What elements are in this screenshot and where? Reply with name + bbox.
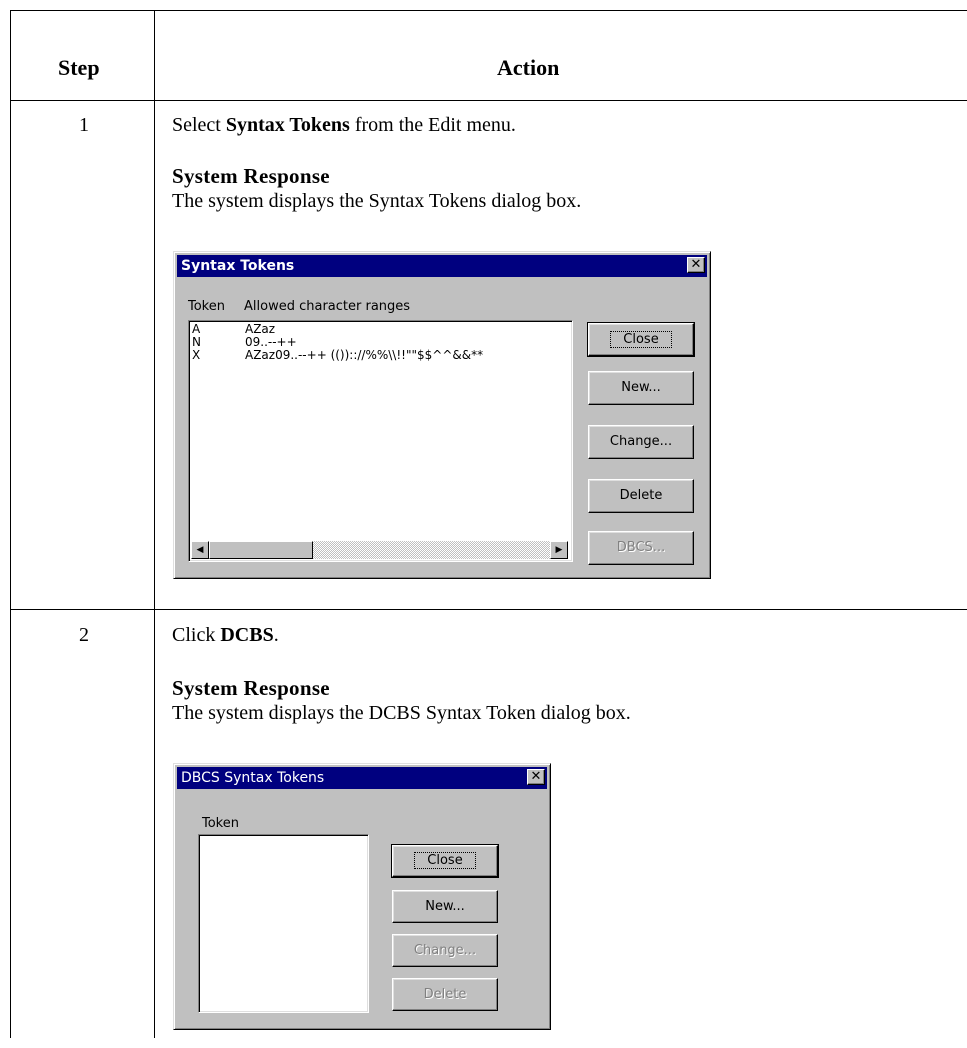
token-column-label: Token: [202, 816, 239, 831]
list-item-ranges: AZaz09..--++ (()):://%%\\!!""$$^^&&**: [245, 349, 483, 362]
dialog-title-bar: Syntax Tokens ✕: [177, 255, 707, 277]
close-button[interactable]: Close: [587, 322, 695, 357]
step-instruction: Click DCBS.: [172, 624, 279, 647]
instruction-emphasis: DCBS: [220, 624, 274, 646]
instruction-emphasis: Syntax Tokens: [225, 114, 350, 136]
dialog-title: Syntax Tokens: [181, 258, 295, 274]
step-number: 2: [79, 624, 89, 646]
step-instruction: Select Syntax Tokens from the Edit menu.: [172, 114, 516, 137]
token-list[interactable]: A AZaz N 09..--++ X AZaz09..--++ (())::/…: [188, 320, 573, 562]
response-title: System Response: [172, 676, 330, 700]
token-ranges: 09..--++: [245, 335, 297, 349]
new-button[interactable]: New...: [392, 890, 498, 923]
dialog-title-bar: DBCS Syntax Tokens ✕: [177, 767, 547, 789]
close-button-label: Close: [414, 852, 476, 869]
response-text: The system displays the DCBS Syntax Toke…: [172, 702, 631, 724]
token-ranges: AZaz09..--++ (()):://%%\\!!""$$^^&&**: [245, 348, 484, 362]
delete-button[interactable]: Delete: [392, 978, 498, 1011]
close-button-label: Close: [610, 331, 672, 348]
horizontal-scrollbar[interactable]: ◀ ▶: [191, 541, 568, 559]
delete-button[interactable]: Delete: [588, 479, 694, 513]
instruction-text: .: [273, 624, 279, 646]
dbcs-button[interactable]: DBCS...: [588, 531, 694, 565]
token-list[interactable]: [198, 834, 369, 1013]
ranges-column-label: Allowed character ranges: [244, 299, 411, 314]
token-name: X: [192, 348, 201, 362]
syntax-tokens-dialog: Syntax Tokens ✕ Token Allowed character …: [173, 251, 711, 579]
token-name: A: [192, 322, 201, 336]
scrollbar-thumb[interactable]: [209, 541, 313, 559]
step-number: 1: [79, 114, 89, 136]
response-text: The system displays the Syntax Tokens di…: [172, 190, 582, 212]
scroll-left-icon[interactable]: ◀: [191, 541, 209, 559]
change-button[interactable]: Change...: [588, 425, 694, 459]
list-item[interactable]: X: [192, 349, 200, 362]
header-step: Step: [58, 55, 100, 80]
token-name: N: [192, 335, 201, 349]
table-border-left: [10, 10, 11, 1038]
close-icon[interactable]: ✕: [687, 257, 705, 273]
response-title: System Response: [172, 164, 330, 188]
token-ranges: AZaz: [245, 322, 276, 336]
change-button[interactable]: Change...: [392, 934, 498, 967]
header-action: Action: [497, 55, 560, 80]
dialog-title: DBCS Syntax Tokens: [181, 770, 325, 786]
scroll-right-icon[interactable]: ▶: [550, 541, 568, 559]
instruction-text: from the Edit menu.: [349, 114, 516, 136]
table-column-divider: [154, 10, 155, 1038]
token-column-label: Token: [188, 299, 225, 314]
close-button[interactable]: Close: [391, 844, 499, 878]
dbcs-syntax-tokens-dialog: DBCS Syntax Tokens ✕ Token Close New... …: [173, 763, 551, 1030]
table-header-divider: [10, 100, 967, 101]
instruction-text: Select: [172, 114, 226, 136]
close-icon[interactable]: ✕: [527, 769, 545, 785]
table-row-divider: [10, 609, 967, 610]
instruction-text: Click: [172, 624, 221, 646]
new-button[interactable]: New...: [588, 371, 694, 405]
